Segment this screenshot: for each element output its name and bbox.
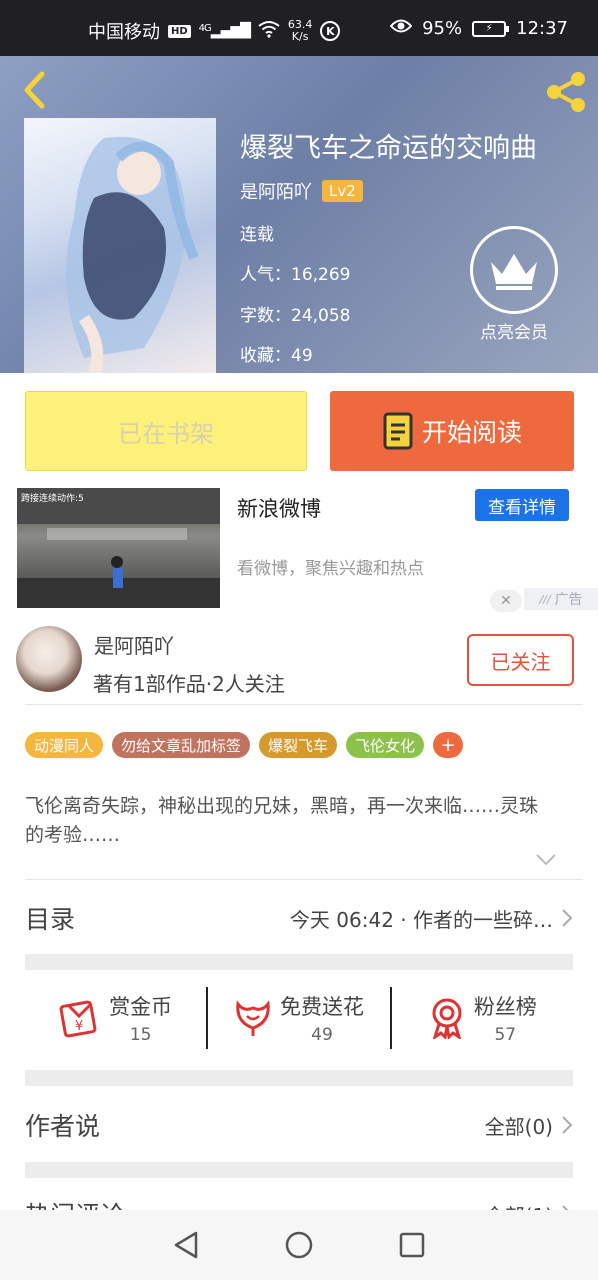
ad-title: 新浪微博 [237,497,321,521]
popularity-stat: 人气：16,269 [240,265,351,285]
book-cover[interactable] [24,118,216,373]
cover-illustration [66,136,199,373]
hot-comments-row[interactable]: 热门评论 全部(1) [25,1176,573,1210]
divider [25,704,583,705]
action-bar: 已在书架 开始阅读 [0,373,598,488]
author-name[interactable]: 是阿陌吖 [240,178,312,204]
ad-tag: /// 广告 [524,588,598,610]
net-speed-unit: K/s [291,30,309,43]
share-button[interactable] [542,70,590,114]
back-button[interactable] [14,68,54,112]
chevron-down-icon [536,854,556,866]
ad-image[interactable]: 跨接连续动作:5 [17,488,220,608]
tag-list: 动漫同人 勿给文章乱加标签 爆裂飞车 飞伦女化 + [25,732,464,758]
eye-icon [389,18,413,39]
svg-text:¥: ¥ [75,1019,83,1034]
flower-icon [236,1000,270,1036]
carrier-label: 中国移动 [88,22,160,43]
follow-button[interactable]: 已关注 [467,634,574,686]
author-avatar[interactable] [16,626,82,692]
catalog-title: 目录 [25,905,76,934]
stat-value: 57 [494,1025,517,1045]
battery-icon: ⚡ [472,20,510,37]
square-recents-icon [399,1232,424,1258]
section-separator [25,954,573,970]
stat-value: 15 [129,1025,152,1045]
tag-chip[interactable]: 动漫同人 [25,732,104,758]
vip-label: 点亮会员 [480,323,548,343]
stat-label: 赏金币 [109,995,173,1019]
book-header: 爆裂飞车之命运的交响曲 是阿陌吖 Lv2 连载 人气：16,269 字数：24,… [0,56,598,373]
hd-badge: HD [168,24,191,38]
ad-image-caption: 跨接连续动作:5 [21,494,84,504]
wifi-icon [258,20,280,43]
battery-percent: 95% [422,18,463,39]
circle-home-icon [285,1231,313,1259]
send-flower-button[interactable]: 免费送花 49 [208,982,389,1054]
share-icon [547,72,585,112]
signal-icon: 4G▂▄▆█ [198,23,251,39]
ad-logo-icon: /// [539,592,551,606]
on-shelf-button[interactable]: 已在书架 [25,391,307,471]
tag-chip[interactable]: 飞伦女化 [346,732,425,758]
network-type: 4G [198,23,212,34]
favorites-stat: 收藏：49 [240,346,313,366]
start-reading-label: 开始阅读 [421,418,522,447]
reward-coins-button[interactable]: ¥ 赏金币 15 [25,982,206,1054]
net-speed: 63.4 K/s [288,19,313,43]
add-tag-button[interactable]: + [433,732,464,758]
stats-bar: ¥ 赏金币 15 免费送花 49 粉丝榜 57 [25,982,573,1054]
chevron-left-icon [24,71,45,109]
vip-button[interactable]: 点亮会员 [466,226,562,343]
ad-photo [17,488,220,608]
ad-tag-label: 广告 [554,592,583,608]
status-bar: 中国移动 HD 4G▂▄▆█ 63.4 K/s K 95% ⚡ 12:37 [0,0,598,56]
ad-banner[interactable]: 跨接连续动作:5 新浪微博 查看详情 看微博，聚焦兴趣和热点 ✕ /// 广告 [0,488,598,616]
close-icon: ✕ [500,593,512,609]
synopsis: 飞伦离奇失踪，神秘出现的兄妹，黑暗，再一次来临……灵珠的考验…… [25,795,539,846]
author-level-badge: Lv2 [322,180,363,202]
chevron-right-icon [562,1116,573,1134]
tag-chip[interactable]: 爆裂飞车 [259,732,338,758]
ad-description: 看微博，聚焦兴趣和热点 [237,559,424,579]
expand-synopsis-button[interactable] [535,852,557,870]
ad-view-details-button[interactable]: 查看详情 [475,489,569,521]
author-panel-name[interactable]: 是阿陌吖 [94,630,174,659]
section-separator [25,1070,573,1086]
nav-back-button[interactable] [168,1227,204,1263]
chevron-right-icon [562,909,573,927]
red-envelope-icon: ¥ [59,1000,97,1038]
latest-chapter: 今天 06:42 · 作者的一些碎… [289,907,553,932]
clock: 12:37 [516,18,568,39]
k-app-icon: K [320,21,341,41]
ad-close-button[interactable]: ✕ [490,590,522,612]
book-icon [383,412,413,450]
author-says-all: 全部(0) [484,1114,553,1139]
main-content: 是阿陌吖 著有1部作品·2人关注 已关注 动漫同人 勿给文章乱加标签 爆裂飞车 … [0,616,598,1210]
catalog-row[interactable]: 目录 今天 06:42 · 作者的一些碎… [25,880,573,956]
serial-status: 连载 [240,225,274,245]
stat-label: 粉丝榜 [473,995,537,1019]
stat-label: 免费送花 [279,995,364,1019]
author-panel: 是阿陌吖 著有1部作品·2人关注 已关注 [0,616,598,704]
author-panel-subtitle: 著有1部作品·2人关注 [93,672,285,696]
fan-rank-button[interactable]: 粉丝榜 57 [392,982,573,1054]
stat-value: 49 [311,1025,333,1045]
author-says-row[interactable]: 作者说 全部(0) [25,1087,573,1163]
start-reading-button[interactable]: 开始阅读 [330,391,574,471]
triangle-back-icon [175,1231,198,1259]
hot-comments-title: 热门评论 [25,1196,125,1210]
nav-home-button[interactable] [281,1227,317,1263]
word-count-stat: 字数：24,058 [240,306,351,326]
nav-recents-button[interactable] [394,1227,430,1263]
hot-comments-all: 全部(1) [485,1200,553,1211]
tag-chip[interactable]: 勿给文章乱加标签 [112,732,251,758]
crown-icon [470,226,558,314]
medal-icon [432,998,462,1039]
author-says-title: 作者说 [25,1112,101,1141]
book-title: 爆裂飞车之命运的交响曲 [240,133,537,164]
author-row: 是阿陌吖 Lv2 [240,178,363,204]
system-nav-bar [0,1210,598,1280]
